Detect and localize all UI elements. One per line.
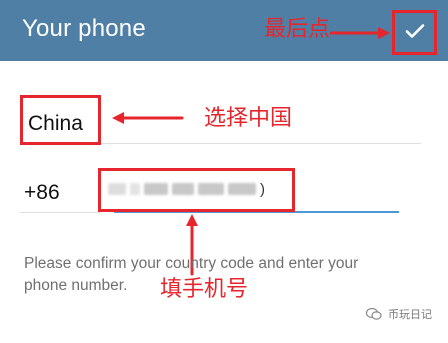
annotation-arrow-country xyxy=(112,112,184,124)
annotation-choose-china: 选择中国 xyxy=(204,106,293,131)
annotation-frame-confirm xyxy=(392,10,437,55)
annotation-arrow-confirm xyxy=(330,27,390,39)
code-divider xyxy=(20,212,100,213)
country-code-field[interactable]: +86 xyxy=(24,181,60,205)
watermark: 币玩日记 xyxy=(366,306,432,322)
wechat-icon xyxy=(366,307,382,320)
annotation-frame-phone xyxy=(98,168,295,212)
page-title: Your phone xyxy=(22,15,146,42)
annotation-last-click: 最后点 xyxy=(264,17,331,42)
watermark-text: 币玩日记 xyxy=(388,309,432,321)
annotation-frame-country xyxy=(20,95,101,145)
annotation-fill-phone: 填手机号 xyxy=(160,277,249,302)
